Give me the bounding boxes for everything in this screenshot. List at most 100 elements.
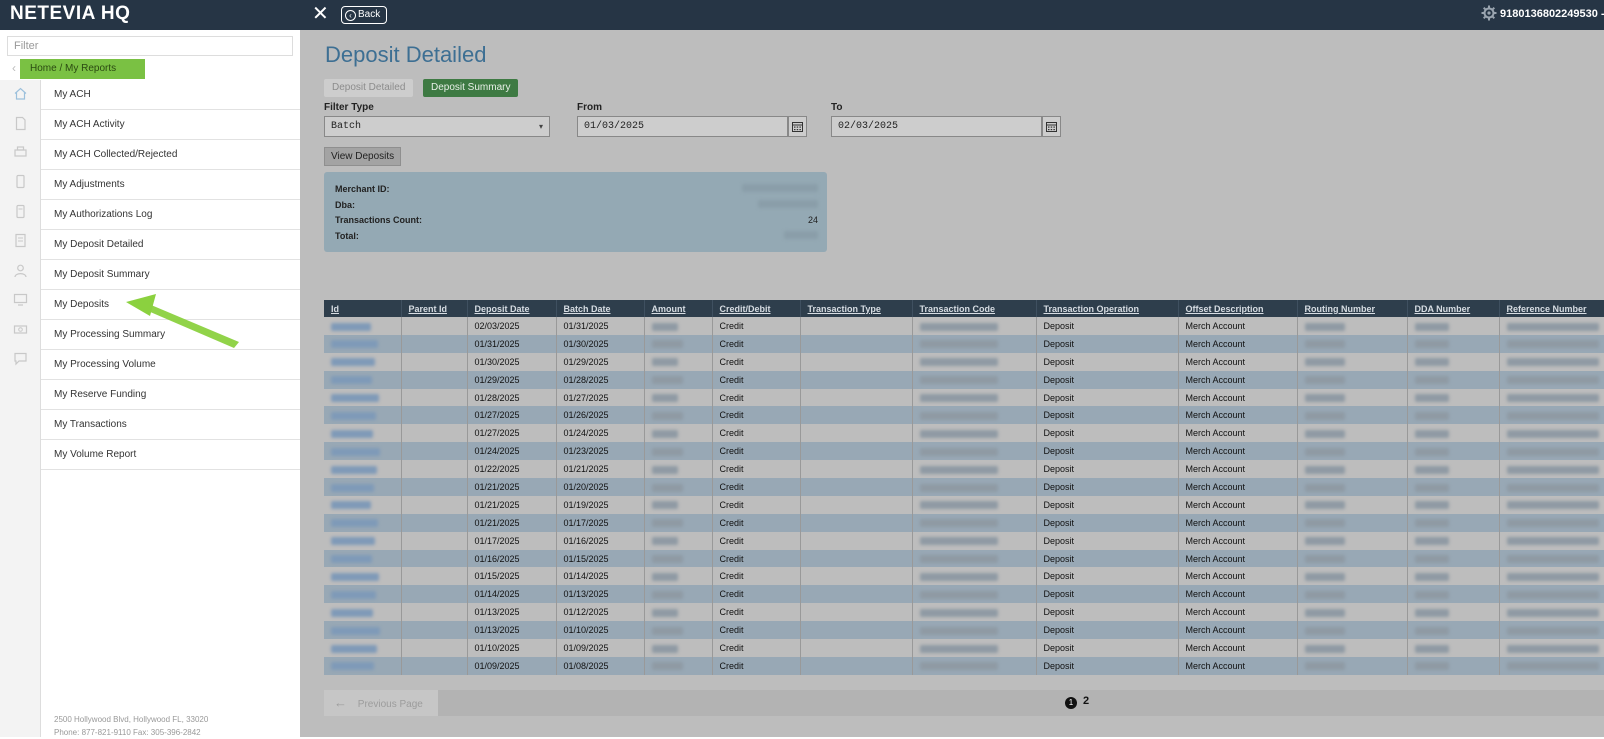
cell-id[interactable] (324, 370, 402, 389)
table-row[interactable]: 01/13/2025 01/10/2025 Credit Deposit Merch A… (324, 621, 1604, 640)
cell-id[interactable] (324, 352, 402, 371)
table-row[interactable]: 01/21/2025 01/20/2025 Credit Deposit Merch A… (324, 478, 1604, 496)
table-row[interactable]: 01/17/2025 01/16/2025 Credit Deposit Merch A… (324, 531, 1604, 550)
column-header-credit-debit[interactable]: Credit/Debit (712, 300, 801, 317)
cell-id[interactable] (324, 406, 402, 425)
table-row[interactable]: 01/27/2025 01/24/2025 Credit Deposit Merch A… (324, 424, 1604, 443)
tab-deposit-detailed[interactable]: Deposit Detailed (324, 79, 414, 97)
back-button[interactable]: ‹ Back (341, 6, 388, 24)
column-header-id[interactable]: Id (324, 300, 402, 317)
to-date-input[interactable]: 02/03/2025 (831, 116, 1042, 137)
table-row[interactable]: 01/15/2025 01/14/2025 Credit Deposit Merch A… (324, 567, 1604, 586)
cell-id[interactable] (324, 460, 402, 479)
column-header-parent-id[interactable]: Parent Id (401, 300, 468, 317)
breadcrumb[interactable]: Home / My Reports (20, 59, 145, 79)
cell-id[interactable] (324, 585, 402, 604)
cell-transaction-code (912, 478, 1037, 496)
calendar-icon[interactable] (1042, 116, 1061, 137)
money-icon[interactable] (13, 322, 28, 337)
column-header-reference-number[interactable]: Reference Number (1499, 300, 1604, 317)
table-row[interactable]: 01/28/2025 01/27/2025 Credit Deposit Merch A… (324, 388, 1604, 407)
cell-id[interactable] (324, 639, 402, 657)
column-header-routing-number[interactable]: Routing Number (1297, 300, 1408, 317)
terminal-icon[interactable] (13, 204, 28, 219)
calendar-icon[interactable] (788, 116, 807, 137)
sidebar-item-my-adjustments[interactable]: My Adjustments (41, 170, 300, 200)
account-number[interactable]: 9180136802249530 - (1500, 8, 1604, 20)
sidebar-item-my-reserve-funding[interactable]: My Reserve Funding (41, 380, 300, 410)
view-deposits-button[interactable]: View Deposits (324, 147, 402, 166)
cell-id[interactable] (324, 549, 402, 568)
cell-id[interactable] (324, 621, 402, 640)
sidebar-item-my-transactions[interactable]: My Transactions (41, 410, 300, 440)
table-row[interactable]: 01/10/2025 01/09/2025 Credit Deposit Merch A… (324, 639, 1604, 657)
home-icon[interactable] (13, 86, 28, 101)
brand-logo: NETEVIA HQ (10, 3, 131, 24)
table-row[interactable]: 01/21/2025 01/17/2025 Credit Deposit Merch A… (324, 513, 1604, 532)
cell-id[interactable] (324, 334, 402, 353)
gear-icon[interactable] (1481, 5, 1497, 21)
table-row[interactable]: 01/29/2025 01/28/2025 Credit Deposit Merch A… (324, 370, 1604, 389)
cell-id[interactable] (324, 656, 402, 675)
report-icon[interactable] (13, 233, 28, 248)
table-row[interactable]: 01/21/2025 01/19/2025 Credit Deposit Merch A… (324, 495, 1604, 514)
column-header-transaction-operation[interactable]: Transaction Operation (1036, 300, 1179, 317)
column-header-deposit-date[interactable]: Deposit Date (467, 300, 557, 317)
cell-id[interactable] (324, 513, 402, 532)
column-header-dda-number[interactable]: DDA Number (1407, 300, 1500, 317)
cell-id[interactable] (324, 531, 402, 550)
table-row[interactable]: 01/09/2025 01/08/2025 Credit Deposit Merch A… (324, 656, 1604, 675)
table-row[interactable]: 01/30/2025 01/29/2025 Credit Deposit Merch A… (324, 352, 1604, 371)
tab-deposit-summary[interactable]: Deposit Summary (423, 79, 519, 97)
sidebar-item-my-ach-activity[interactable]: My ACH Activity (41, 110, 300, 140)
sidebar-item-my-processing-summary[interactable]: My Processing Summary (41, 320, 300, 350)
cell-id[interactable] (324, 478, 402, 496)
chevron-left-icon[interactable]: ‹ (12, 61, 16, 75)
previous-page-button[interactable]: ← Previous Page (324, 690, 438, 716)
sidebar-item-my-ach-collected-rejected[interactable]: My ACH Collected/Rejected (41, 140, 300, 170)
redacted-value (331, 483, 374, 492)
sidebar-item-my-ach[interactable]: My ACH (41, 80, 300, 110)
redacted-value (1414, 358, 1449, 367)
table-row[interactable]: 02/03/2025 01/31/2025 Credit Deposit Merch A… (324, 317, 1604, 335)
sidebar-item-my-deposits[interactable]: My Deposits (41, 290, 300, 320)
document-icon[interactable] (13, 116, 28, 131)
table-row[interactable]: 01/22/2025 01/21/2025 Credit Deposit Merch A… (324, 460, 1604, 479)
close-icon[interactable]: ✕ (312, 4, 329, 24)
monitor-icon[interactable] (13, 292, 28, 307)
filter-type-select[interactable]: Batch ▾ (324, 116, 550, 137)
table-row[interactable]: 01/31/2025 01/30/2025 Credit Deposit Merch A… (324, 334, 1604, 353)
sidebar-item-my-processing-volume[interactable]: My Processing Volume (41, 350, 300, 380)
column-header-transaction-type[interactable]: Transaction Type (800, 300, 913, 317)
page-2-button[interactable]: 2 (1083, 695, 1089, 707)
column-header-batch-date[interactable]: Batch Date (556, 300, 645, 317)
cell-id[interactable] (324, 442, 402, 461)
redacted-value (331, 412, 376, 421)
column-header-offset-description[interactable]: Offset Description (1178, 300, 1298, 317)
cell-id[interactable] (324, 424, 402, 443)
table-row[interactable]: 01/14/2025 01/13/2025 Credit Deposit Merch A… (324, 585, 1604, 604)
cell-id[interactable] (324, 603, 402, 622)
from-date-input[interactable]: 01/03/2025 (577, 116, 788, 137)
user-icon[interactable] (13, 263, 28, 278)
filter-input[interactable] (7, 36, 293, 56)
cell-id[interactable] (324, 567, 402, 586)
table-row[interactable]: 01/27/2025 01/26/2025 Credit Deposit Merch A… (324, 406, 1604, 425)
column-header-amount[interactable]: Amount (644, 300, 713, 317)
table-row[interactable]: 01/16/2025 01/15/2025 Credit Deposit Merch A… (324, 549, 1604, 568)
sidebar-item-my-deposit-detailed[interactable]: My Deposit Detailed (41, 230, 300, 260)
table-row[interactable]: 01/24/2025 01/23/2025 Credit Deposit Merch A… (324, 442, 1604, 461)
table-row[interactable]: 01/13/2025 01/12/2025 Credit Deposit Merch A… (324, 603, 1604, 622)
sidebar-item-my-authorizations-log[interactable]: My Authorizations Log (41, 200, 300, 230)
cell-id[interactable] (324, 495, 402, 514)
page-1-button[interactable]: 1 (1065, 697, 1077, 709)
cell-id[interactable] (324, 317, 402, 335)
sidebar-item-my-deposit-summary[interactable]: My Deposit Summary (41, 260, 300, 290)
printer-icon[interactable] (13, 145, 28, 160)
cell-transaction-code (912, 585, 1037, 604)
cell-id[interactable] (324, 388, 402, 407)
column-header-transaction-code[interactable]: Transaction Code (912, 300, 1037, 317)
device-icon[interactable] (13, 174, 28, 189)
chat-icon[interactable] (13, 351, 28, 366)
sidebar-item-my-volume-report[interactable]: My Volume Report (41, 440, 300, 470)
